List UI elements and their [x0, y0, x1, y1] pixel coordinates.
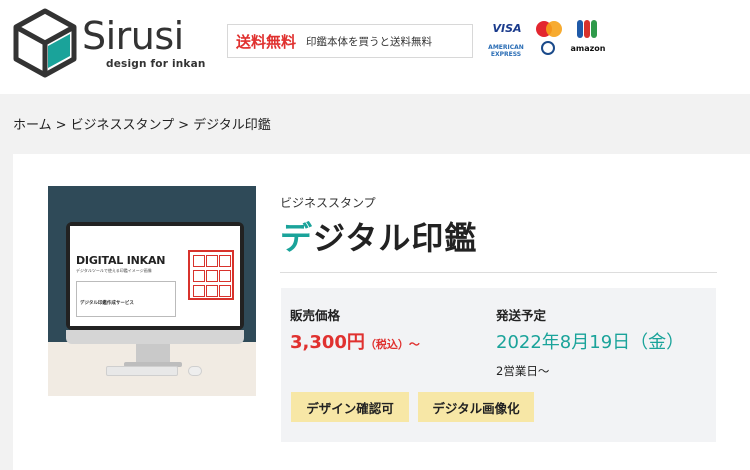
free-shipping-banner[interactable]: 送料無料 印鑑本体を買うと送料無料: [227, 24, 473, 58]
visa-icon: VISA: [492, 22, 522, 35]
breadcrumb: ホーム > ビジネススタンプ > デジタル印鑑: [13, 114, 271, 133]
logo-name: Sirusi: [82, 14, 184, 58]
amazon-icon: amazon: [570, 44, 606, 53]
shipping-label: 発送予定: [496, 308, 547, 323]
title-divider: [280, 272, 717, 273]
screen-subtitle: デジタルツールで使える印鑑イメージ画像: [76, 268, 152, 273]
product-category[interactable]: ビジネススタンプ: [280, 194, 376, 211]
seal-stamp-icon: [188, 250, 234, 300]
mastercard-icon: [534, 20, 564, 38]
amex-icon: AMERICAN EXPRESS: [488, 44, 524, 58]
shipping-date: 2022年8月19日（金）: [496, 332, 685, 353]
jcb-icon: [576, 20, 598, 38]
screen-form-label: デジタル印鑑作成サービス: [80, 301, 134, 306]
site-logo[interactable]: Sirusi design for inkan: [10, 8, 205, 78]
price-value: 3,300円（税込）～: [290, 332, 420, 353]
feature-tag-digital-image: デジタル画像化: [418, 392, 534, 422]
free-shipping-label: 送料無料: [236, 32, 297, 51]
payment-methods: VISA AMERICAN EXPRESS amazon: [486, 20, 611, 62]
cube-logo-icon: [13, 8, 77, 78]
monitor-illustration: DIGITAL INKAN デジタルツールで使える印鑑イメージ画像 デジタル印鑑…: [66, 222, 244, 330]
price-tax-note: （税込）～: [364, 338, 420, 351]
breadcrumb-business-stamp[interactable]: ビジネススタンプ: [71, 118, 175, 133]
feature-tag-design-check: デザイン確認可: [291, 392, 409, 422]
screen-form: デジタル印鑑作成サービス: [76, 281, 176, 317]
breadcrumb-separator: >: [55, 118, 67, 133]
product-title-accent: デ: [280, 219, 314, 257]
product-image[interactable]: DIGITAL INKAN デジタルツールで使える印鑑イメージ画像 デジタル印鑑…: [48, 186, 256, 396]
product-title: デジタル印鑑: [280, 216, 477, 260]
keyboard-icon: [106, 366, 178, 376]
shipping-days: 2営業日～: [496, 364, 550, 378]
screen-title: DIGITAL INKAN: [76, 254, 166, 267]
price-label: 販売価格: [290, 308, 341, 323]
breadcrumb-separator: >: [178, 118, 190, 133]
logo-tagline: design for inkan: [106, 58, 206, 70]
breadcrumb-current: デジタル印鑑: [193, 118, 271, 133]
product-title-rest: ジタル印鑑: [313, 219, 478, 257]
site-header: Sirusi design for inkan 送料無料 印鑑本体を買うと送料無…: [0, 0, 750, 94]
breadcrumb-home[interactable]: ホーム: [13, 118, 52, 133]
free-shipping-text: 印鑑本体を買うと送料無料: [306, 35, 433, 48]
diners-icon: [536, 41, 560, 55]
mouse-icon: [188, 366, 202, 376]
